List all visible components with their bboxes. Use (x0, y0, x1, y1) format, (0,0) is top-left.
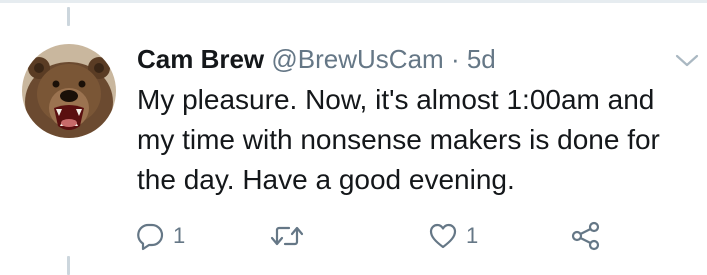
tweet-actions: 1 1 (0, 218, 707, 254)
retweet-button[interactable] (270, 218, 312, 254)
reply-button[interactable]: 1 (135, 218, 185, 254)
tweet-text: My pleasure. Now, it's almost 1:00am and… (137, 84, 660, 195)
share-button[interactable] (570, 218, 602, 254)
display-name[interactable]: Cam Brew (137, 44, 264, 74)
thread-line-upper (67, 7, 70, 26)
reply-icon (137, 223, 164, 251)
share-icon (571, 221, 600, 251)
user-handle[interactable]: @BrewUsCam (271, 44, 443, 74)
avatar[interactable] (22, 44, 116, 138)
more-options-button[interactable] (674, 52, 700, 70)
reply-count: 1 (173, 223, 186, 248)
like-button[interactable]: 1 (428, 218, 478, 254)
bear-avatar-image (22, 44, 116, 138)
tweet-header: Cam Brew @BrewUsCam · 5d (137, 40, 496, 78)
timestamp-separator: · (450, 44, 460, 74)
top-divider (0, 0, 707, 3)
heart-icon (429, 223, 457, 249)
retweet-icon (270, 226, 304, 246)
chevron-down-icon (675, 54, 699, 67)
like-count: 1 (466, 223, 479, 248)
timestamp[interactable]: 5d (467, 44, 496, 74)
thread-line-lower (67, 256, 70, 275)
